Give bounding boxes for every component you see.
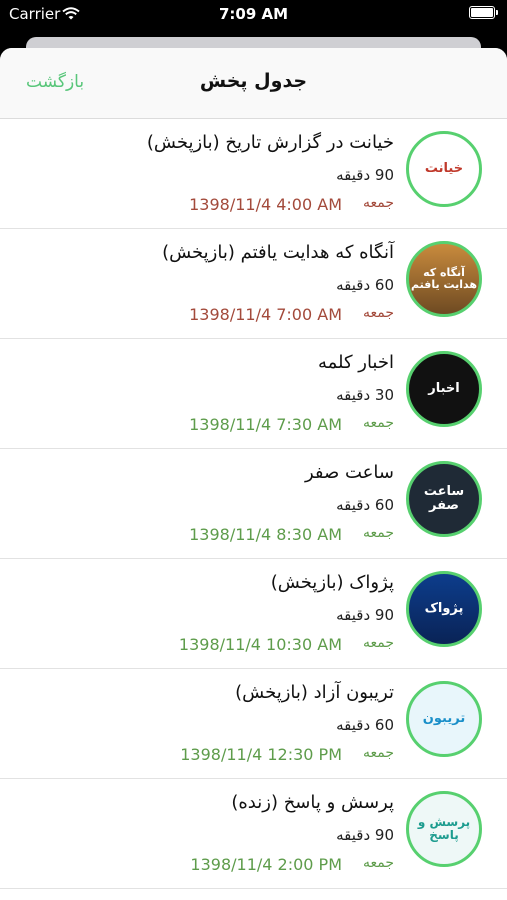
- program-thumbnail: ساعت صفر: [406, 461, 482, 537]
- thumbnail-text: پرسش و پاسخ: [417, 814, 471, 842]
- program-title: تریبون آزاد (بازپخش): [235, 682, 394, 703]
- program-day: جمعه: [362, 745, 394, 761]
- schedule-sheet: بازگشت جدول پخش خيانت خیانت در گزارش تار…: [0, 48, 507, 900]
- program-day: جمعه: [362, 305, 394, 321]
- list-item[interactable]: خيانت خیانت در گزارش تاریخ (بازپخش) 90 د…: [0, 119, 507, 229]
- program-day: جمعه: [362, 855, 394, 871]
- page-title: جدول پخش: [199, 70, 308, 92]
- program-thumbnail: اخبار: [406, 351, 482, 427]
- program-datetime: 1398/11/4 7:30 AM: [189, 415, 342, 434]
- program-datetime: 1398/11/4 4:00 AM: [189, 195, 342, 214]
- program-title: پرسش و پاسخ (زنده): [231, 792, 394, 813]
- navigation-bar: بازگشت جدول پخش: [0, 48, 507, 119]
- program-thumbnail: پژواک: [406, 571, 482, 647]
- program-duration: 90 دقیقه: [336, 166, 394, 184]
- status-time: 7:09 AM: [218, 5, 289, 23]
- program-duration: 60 دقیقه: [336, 276, 394, 294]
- thumbnail-text: پژواک: [424, 600, 464, 616]
- schedule-list: خيانت خیانت در گزارش تاریخ (بازپخش) 90 د…: [0, 119, 507, 889]
- thumbnail-text: اخبار: [428, 380, 460, 396]
- program-day: جمعه: [362, 415, 394, 431]
- list-item[interactable]: پرسش و پاسخ پرسش و پاسخ (زنده) 90 دقیقه …: [0, 779, 507, 889]
- status-bar: Carrier 7:09 AM: [0, 0, 507, 30]
- program-datetime: 1398/11/4 7:00 AM: [189, 305, 342, 324]
- program-duration: 60 دقیقه: [336, 716, 394, 734]
- program-duration: 90 دقیقه: [336, 606, 394, 624]
- list-item[interactable]: تریبون تریبون آزاد (بازپخش) 60 دقیقه جمع…: [0, 669, 507, 779]
- program-datetime: 1398/11/4 10:30 AM: [178, 635, 342, 654]
- thumbnail-text: آنگاه که هدایت یافتم: [411, 265, 477, 291]
- program-day: جمعه: [362, 195, 394, 211]
- thumbnail-text: تریبون: [422, 710, 466, 726]
- program-thumbnail: تریبون: [406, 681, 482, 757]
- program-title: خیانت در گزارش تاریخ (بازپخش): [146, 132, 394, 153]
- program-title: آنگاه که هدایت یافتم (بازپخش): [162, 242, 394, 263]
- program-datetime: 1398/11/4 2:00 PM: [190, 855, 342, 874]
- program-day: جمعه: [362, 525, 394, 541]
- program-datetime: 1398/11/4 12:30 PM: [180, 745, 342, 764]
- battery-icon: [469, 6, 498, 19]
- program-day: جمعه: [362, 635, 394, 651]
- thumbnail-text: ساعت صفر: [423, 483, 465, 513]
- list-item[interactable]: ساعت صفر ساعت صفر 60 دقیقه جمعه 1398/11/…: [0, 449, 507, 559]
- program-datetime: 1398/11/4 8:30 AM: [189, 525, 342, 544]
- program-title: ساعت صفر: [304, 462, 394, 483]
- program-thumbnail: خيانت: [406, 131, 482, 207]
- program-duration: 90 دقیقه: [336, 826, 394, 844]
- program-thumbnail: آنگاه که هدایت یافتم: [406, 241, 482, 317]
- list-item[interactable]: اخبار اخبار کلمه 30 دقیقه جمعه 1398/11/4…: [0, 339, 507, 449]
- program-thumbnail: پرسش و پاسخ: [406, 791, 482, 867]
- list-item[interactable]: آنگاه که هدایت یافتم آنگاه که هدایت یافت…: [0, 229, 507, 339]
- program-duration: 30 دقیقه: [336, 386, 394, 404]
- program-duration: 60 دقیقه: [336, 496, 394, 514]
- thumbnail-text: خيانت: [424, 160, 464, 176]
- program-title: اخبار کلمه: [317, 352, 394, 373]
- program-title: پژواک (بازپخش): [270, 572, 394, 593]
- list-item[interactable]: پژواک پژواک (بازپخش) 90 دقیقه جمعه 1398/…: [0, 559, 507, 669]
